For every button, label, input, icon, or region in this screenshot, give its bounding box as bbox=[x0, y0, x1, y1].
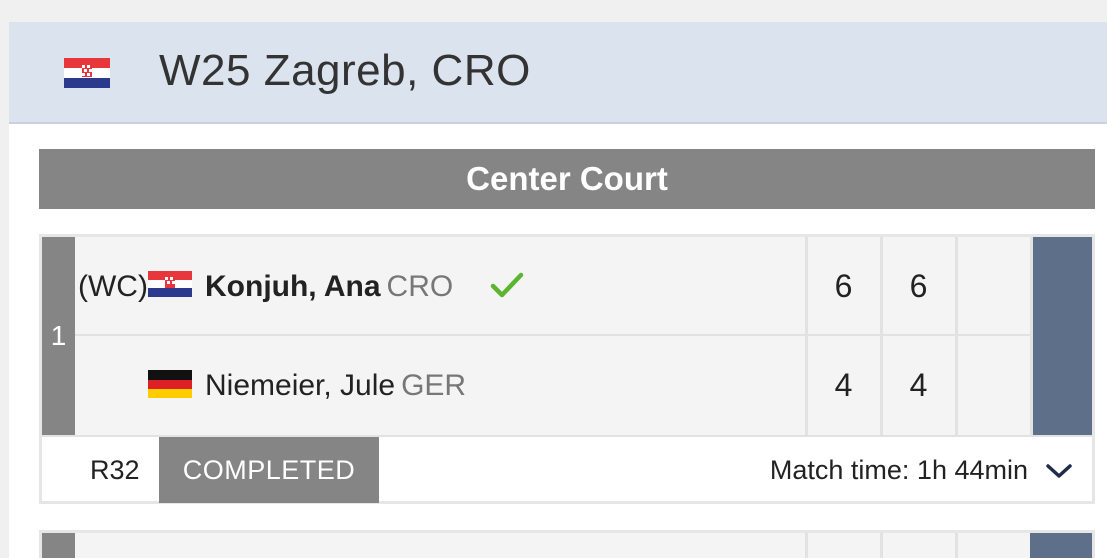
player-1-live-column bbox=[1030, 237, 1092, 336]
match-time: Match time: 1h 44min bbox=[769, 455, 1028, 485]
chevron-down-icon[interactable] bbox=[1044, 461, 1074, 486]
next-match-divider bbox=[805, 533, 808, 558]
next-match-divider bbox=[955, 533, 958, 558]
tournament-header: W25 Zagreb, CRO bbox=[9, 22, 1107, 124]
next-match-row[interactable] bbox=[75, 533, 1092, 558]
germany-flag-icon bbox=[148, 370, 192, 406]
next-match-card[interactable] bbox=[39, 530, 1095, 558]
match-status-badge: COMPLETED bbox=[159, 437, 379, 503]
player-2-set-1-score: 4 bbox=[805, 336, 879, 435]
match-order-number: 1 bbox=[42, 237, 75, 435]
match-footer: R32 COMPLETED Match time: 1h 44min bbox=[42, 435, 1092, 503]
player-2-name[interactable]: Niemeier, Jule bbox=[205, 369, 395, 402]
match-card[interactable]: 1 (WC) Konjuh, Ana CRO 6 6 Niemeier, Jul… bbox=[39, 234, 1095, 504]
player-1-nationality: CRO bbox=[386, 269, 454, 303]
player-2-set-3-score bbox=[955, 336, 1029, 435]
tournament-title: W25 Zagreb, CRO bbox=[159, 46, 531, 95]
player-2-set-2-score: 4 bbox=[880, 336, 954, 435]
player-row-1[interactable]: (WC) Konjuh, Ana CRO 6 6 bbox=[75, 237, 1092, 336]
next-match-live-column bbox=[1030, 533, 1092, 558]
croatia-flag-icon bbox=[64, 58, 110, 93]
player-1-set-1-score: 6 bbox=[805, 237, 879, 336]
player-1-name[interactable]: Konjuh, Ana bbox=[205, 270, 381, 303]
next-match-divider bbox=[880, 533, 883, 558]
player-2-live-column bbox=[1030, 336, 1092, 435]
player-1-set-2-score: 6 bbox=[880, 237, 954, 336]
next-match-order bbox=[42, 533, 75, 558]
player-2-name-wrap[interactable]: Niemeier, Jule GER bbox=[205, 369, 466, 403]
player-row-2[interactable]: Niemeier, Jule GER 4 4 bbox=[75, 336, 1092, 435]
court-name: Center Court bbox=[39, 149, 1095, 209]
player-1[interactable]: (WC) Konjuh, Ana CRO bbox=[75, 237, 805, 336]
player-1-seed: (WC) bbox=[78, 269, 148, 303]
player-1-set-3-score bbox=[955, 237, 1029, 336]
match-round: R32 bbox=[90, 455, 140, 485]
winner-check-icon bbox=[490, 271, 524, 307]
page: W25 Zagreb, CRO Center Court 1 (WC) Konj… bbox=[9, 22, 1107, 558]
croatia-flag-icon bbox=[148, 271, 192, 305]
player-2-nationality: GER bbox=[401, 368, 467, 402]
player-1-name-wrap[interactable]: Konjuh, Ana CRO bbox=[205, 270, 453, 304]
player-2[interactable]: Niemeier, Jule GER bbox=[75, 336, 805, 435]
